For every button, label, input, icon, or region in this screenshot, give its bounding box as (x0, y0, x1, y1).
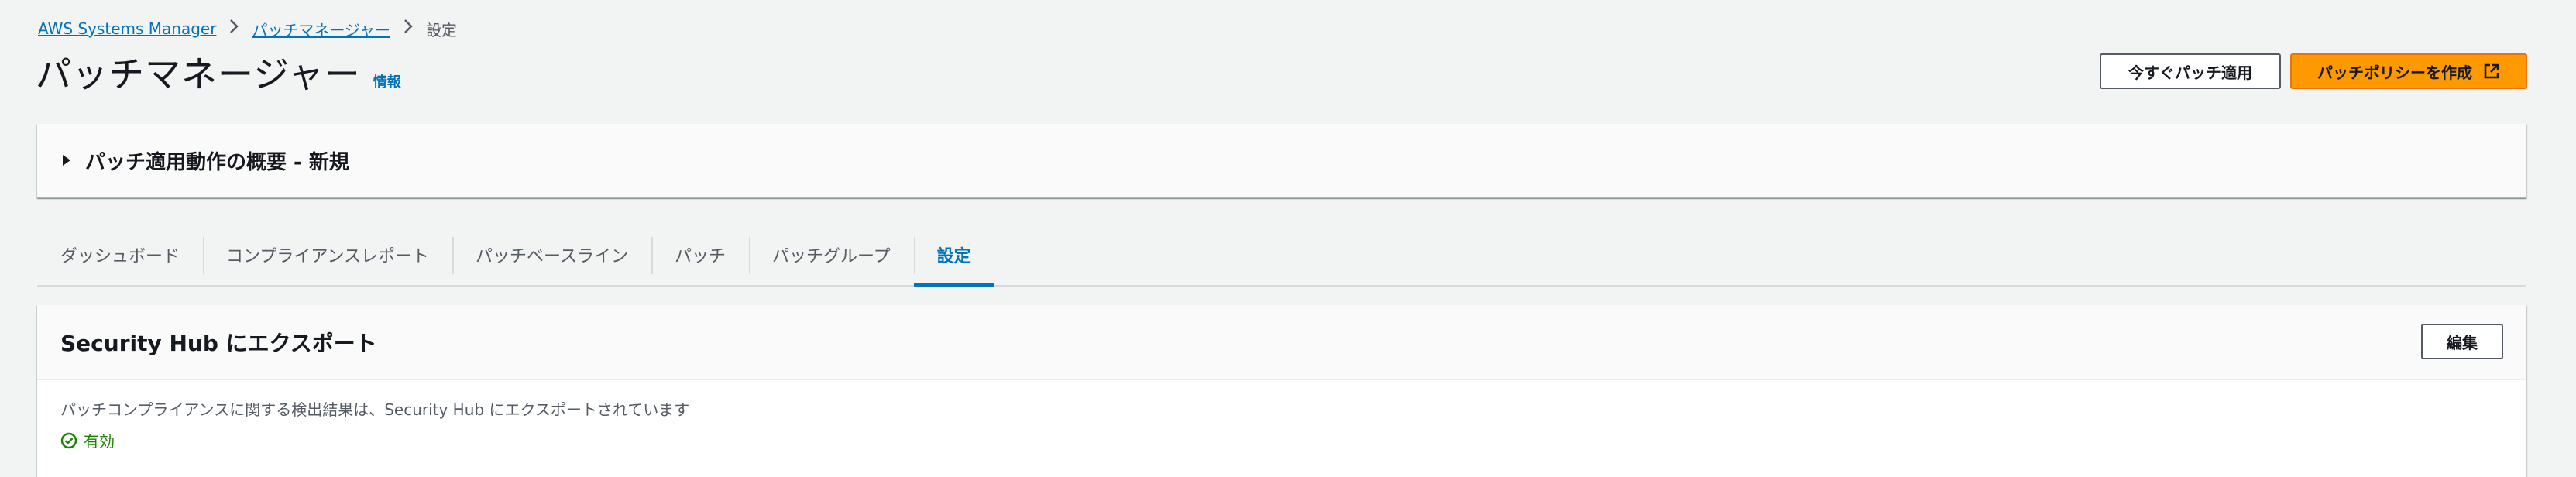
tab-patches[interactable]: パッチ (651, 225, 749, 285)
status-indicator: 有効 (60, 429, 2503, 451)
create-patch-policy-button[interactable]: パッチポリシーを作成 (2290, 53, 2527, 89)
create-patch-policy-label: パッチポリシーを作成 (2317, 64, 2472, 82)
patching-summary-expander[interactable]: パッチ適用動作の概要 - 新規 (37, 124, 2526, 198)
info-link[interactable]: 情報 (373, 71, 401, 91)
page-title: パッチマネージャー (36, 53, 361, 95)
breadcrumb-link-systems-manager[interactable]: AWS Systems Manager (38, 19, 216, 38)
breadcrumb-current: 設定 (426, 20, 458, 39)
page-header: パッチマネージャー 情報 (36, 46, 401, 98)
patch-now-button[interactable]: 今すぐパッチ適用 (2100, 53, 2281, 89)
edit-button[interactable]: 編集 (2421, 324, 2503, 359)
status-text: 有効 (84, 432, 115, 451)
breadcrumb: AWS Systems Manager パッチマネージャー 設定 (38, 17, 457, 40)
export-description: パッチコンプライアンスに関する検出結果は、Security Hub にエクスポー… (60, 400, 690, 419)
chevron-right-icon (398, 19, 418, 39)
tab-compliance-reporting[interactable]: コンプライアンスレポート (203, 225, 452, 285)
panel-title: Security Hub にエクスポート (60, 331, 377, 356)
tab-patch-groups[interactable]: パッチグループ (748, 225, 914, 285)
caret-right-icon (60, 154, 73, 166)
summary-title: パッチ適用動作の概要 - 新規 (85, 150, 349, 174)
check-circle-icon (60, 432, 77, 449)
chevron-right-icon (224, 19, 244, 39)
panel-header: Security Hub にエクスポート 編集 (37, 305, 2526, 380)
tab-dashboard[interactable]: ダッシュボード (37, 225, 203, 285)
tab-bar: ダッシュボード コンプライアンスレポート パッチベースライン パッチ パッチグル… (37, 225, 2526, 287)
tab-patch-baselines[interactable]: パッチベースライン (452, 225, 651, 285)
breadcrumb-link-patch-manager[interactable]: パッチマネージャー (252, 18, 390, 40)
security-hub-export-panel: Security Hub にエクスポート 編集 パッチコンプライアンスに関する検… (37, 305, 2526, 477)
tab-settings[interactable]: 設定 (913, 225, 994, 287)
external-link-icon (2483, 63, 2500, 80)
panel-body: パッチコンプライアンスに関する検出結果は、Security Hub にエクスポー… (37, 380, 2526, 468)
